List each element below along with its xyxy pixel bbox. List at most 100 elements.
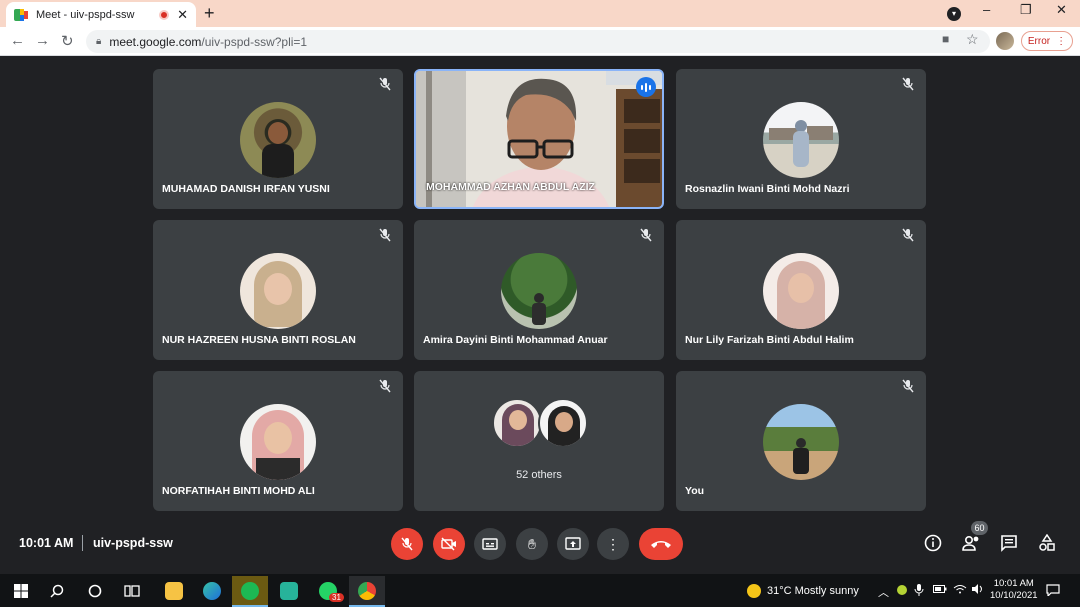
participant-tile[interactable]: NUR HAZREEN HUSNA BINTI ROSLAN: [153, 220, 403, 360]
raise-hand-button[interactable]: ✋︎: [516, 528, 548, 560]
notifications-icon[interactable]: [1046, 584, 1060, 599]
lock-icon: 🔒︎: [96, 36, 102, 47]
participant-name: Amira Dayini Binti Mohammad Anuar: [423, 334, 608, 346]
microphone-icon[interactable]: [914, 584, 924, 599]
avatar: [501, 253, 577, 329]
more-vert-icon: ⋮: [1056, 35, 1067, 47]
whatsapp-badge: 31: [329, 593, 344, 602]
tab-meet[interactable]: Meet - uiv-pspd-ssw ✕: [6, 2, 196, 27]
participant-tile[interactable]: Nur Lily Farizah Binti Abdul Halim: [676, 220, 926, 360]
system-clock[interactable]: 10:01 AM 10/10/2021: [990, 578, 1038, 602]
participant-tile[interactable]: NORFATIHAH BINTI MOHD ALI: [153, 371, 403, 511]
participant-tile[interactable]: Rosnazlin Iwani Binti Mohd Nazri: [676, 69, 926, 209]
participant-tile[interactable]: MUHAMAD DANISH IRFAN YUSNI: [153, 69, 403, 209]
participant-name: MOHAMMAD AZHAN ABDUL AZIZ: [426, 181, 595, 193]
bookmark-star-icon[interactable]: ☆: [966, 31, 979, 48]
url-host: meet.google.com: [109, 34, 202, 49]
tray-app-icon[interactable]: [896, 584, 908, 599]
hand-icon: ✋︎: [528, 535, 536, 552]
avatar: [240, 102, 316, 178]
wifi-icon[interactable]: [953, 584, 967, 597]
tab-title: Meet - uiv-pspd-ssw: [36, 8, 135, 21]
more-vert-icon: ⋮: [606, 535, 620, 552]
chat-icon[interactable]: [1000, 534, 1018, 557]
close-tab-icon[interactable]: ✕: [177, 7, 188, 23]
os-taskbar: 31 31°C Mostly sunny ︿ 10:01 AM 10/10/20…: [0, 574, 1080, 607]
present-screen-icon: [565, 537, 581, 550]
reload-icon[interactable]: ↻: [61, 32, 74, 50]
error-label: Error: [1027, 35, 1051, 47]
avatar: [240, 404, 316, 480]
present-button[interactable]: [557, 528, 589, 560]
battery-icon[interactable]: [933, 584, 947, 597]
search-icon[interactable]: [42, 579, 72, 603]
meet-logo-icon: [14, 8, 28, 21]
browser-toolbar: ← → ↻ 🔒︎ meet.google.com /uiv-pspd-ssw?p…: [0, 27, 1080, 56]
mic-toggle-button[interactable]: [391, 528, 423, 560]
spotify-icon[interactable]: [232, 576, 268, 607]
participant-count-badge: 60: [971, 521, 988, 535]
participant-name: You: [685, 485, 705, 497]
avatar: [763, 253, 839, 329]
participant-name: Rosnazlin Iwani Binti Mohd Nazri: [685, 183, 850, 195]
app-icon[interactable]: [271, 576, 307, 607]
more-options-button[interactable]: ⋮: [597, 528, 629, 560]
avatar: [492, 398, 542, 448]
url-path: /uiv-pspd-ssw?pli=1: [201, 34, 308, 49]
back-icon[interactable]: ←: [10, 32, 25, 49]
maximize-icon[interactable]: ❐: [1020, 2, 1032, 18]
profile-avatar[interactable]: [996, 32, 1014, 50]
participant-tile[interactable]: Amira Dayini Binti Mohammad Anuar: [414, 220, 664, 360]
minimize-icon[interactable]: –: [983, 2, 990, 17]
participant-name: Nur Lily Farizah Binti Abdul Halim: [685, 334, 854, 346]
participant-name: MUHAMAD DANISH IRFAN YUSNI: [162, 183, 330, 195]
mic-off-icon: [638, 228, 654, 244]
mic-off-icon: [377, 77, 393, 93]
meeting-details-icon[interactable]: [924, 534, 942, 557]
recording-indicator-icon: [159, 9, 170, 20]
mic-off-icon: [377, 379, 393, 395]
activities-icon[interactable]: [1038, 533, 1056, 557]
new-tab-button[interactable]: +: [204, 3, 215, 24]
cortana-icon[interactable]: [80, 579, 110, 603]
tab-search-icon[interactable]: ▾: [947, 7, 961, 21]
leave-call-button[interactable]: [639, 528, 683, 560]
hang-up-icon: [651, 541, 671, 548]
others-tile[interactable]: 52 others: [414, 371, 664, 511]
system-time: 10:01 AM: [993, 578, 1034, 589]
task-view-icon[interactable]: [117, 579, 147, 603]
chrome-icon[interactable]: [349, 576, 385, 607]
sun-icon: [747, 584, 761, 598]
weather-widget[interactable]: 31°C Mostly sunny: [747, 584, 859, 598]
meeting-time: 10:01 AM: [19, 536, 74, 550]
volume-icon[interactable]: [971, 584, 985, 597]
others-count: 52 others: [516, 469, 562, 481]
speaking-indicator-icon: [636, 77, 656, 97]
mic-off-icon: [900, 379, 916, 395]
show-hidden-icons-icon[interactable]: ︿: [878, 584, 889, 600]
avatar: [763, 404, 839, 480]
camera-in-use-icon[interactable]: ■: [942, 32, 949, 46]
edge-icon[interactable]: [194, 576, 230, 607]
self-tile[interactable]: You: [676, 371, 926, 511]
weather-text: 31°C Mostly sunny: [767, 585, 859, 597]
close-window-icon[interactable]: ✕: [1056, 2, 1067, 18]
address-bar[interactable]: 🔒︎ meet.google.com /uiv-pspd-ssw?pli=1: [86, 30, 990, 53]
system-date: 10/10/2021: [990, 590, 1038, 601]
whatsapp-icon[interactable]: 31: [310, 576, 346, 607]
camera-off-icon: [441, 537, 456, 551]
screen: Meet - uiv-pspd-ssw ✕ + ▾ – ❐ ✕ ← → ↻ 🔒︎…: [0, 0, 1080, 607]
captions-button[interactable]: [474, 528, 506, 560]
windows-start-icon[interactable]: [6, 579, 36, 603]
error-button[interactable]: Error ⋮: [1021, 31, 1073, 51]
forward-icon[interactable]: →: [35, 32, 50, 49]
meeting-controls: 10:01 AM uiv-pspd-ssw ✋︎ ⋮ 60: [0, 520, 1080, 572]
avatar: [240, 253, 316, 329]
avatar: [763, 102, 839, 178]
camera-toggle-button[interactable]: [433, 528, 465, 560]
participant-tile-active-speaker[interactable]: MOHAMMAD AZHAN ABDUL AZIZ: [414, 69, 664, 209]
file-explorer-icon[interactable]: [156, 576, 192, 607]
mic-off-icon: [900, 77, 916, 93]
divider: [82, 535, 83, 551]
people-icon[interactable]: [961, 534, 981, 557]
